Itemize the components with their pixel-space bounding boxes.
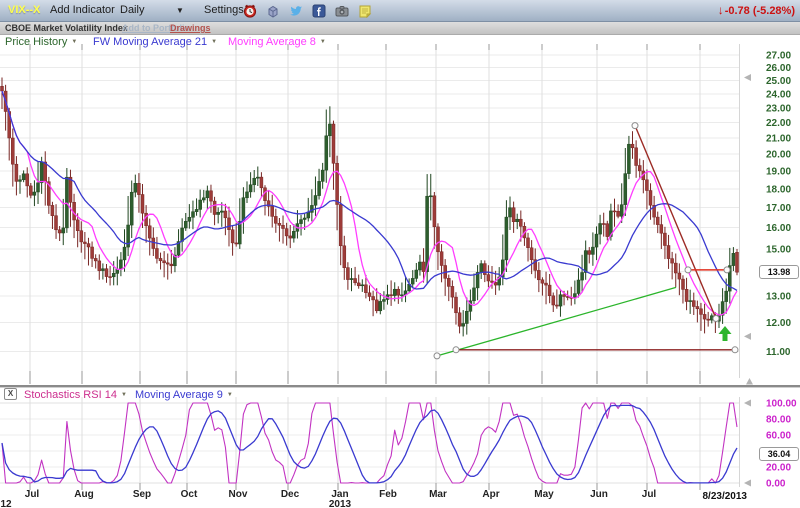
ma8-dropdown[interactable]: Moving Average 8▼	[228, 35, 326, 49]
svg-text:0.00: 0.00	[766, 479, 786, 490]
cube-icon[interactable]	[266, 4, 280, 18]
svg-text:Nov: Nov	[229, 489, 248, 500]
stoch-value-box: 36.04	[759, 447, 799, 461]
price-change: ↓-0.78 (-5.28%)	[718, 0, 795, 22]
svg-text:12.00: 12.00	[766, 318, 791, 329]
last-price-box: 13.98	[759, 265, 799, 279]
svg-text:8/23/2013: 8/23/2013	[703, 491, 748, 502]
symbol-bar: CBOE Market Volatility Index Add to Port…	[0, 22, 800, 35]
charting-app: 27.0026.00 25.00 24.00 23.00 22.00 21.00 20.00…	[0, 0, 800, 508]
chevron-down-icon: ▼	[320, 39, 326, 45]
toolbar-icons	[243, 4, 372, 18]
ma9-dropdown[interactable]: Moving Average 9▼	[135, 388, 233, 402]
svg-text:27.00: 27.00	[766, 51, 791, 62]
svg-text:25.00: 25.00	[766, 76, 791, 87]
chevron-down-icon: ▼	[227, 392, 233, 398]
add-indicator-menu[interactable]: Add Indicator	[50, 0, 115, 21]
svg-text:Mar: Mar	[429, 489, 447, 500]
svg-text:20.00: 20.00	[766, 150, 791, 161]
svg-text:22.00: 22.00	[766, 118, 791, 129]
svg-text:Feb: Feb	[379, 489, 397, 500]
svg-text:11.00: 11.00	[766, 347, 791, 358]
svg-text:Aug: Aug	[74, 489, 93, 500]
chevron-down-icon[interactable]: ▼	[176, 0, 184, 21]
close-panel-button[interactable]: X	[4, 388, 17, 400]
period-dropdown[interactable]: Daily	[120, 0, 144, 21]
twitter-icon[interactable]	[289, 4, 303, 18]
svg-text:23.00: 23.00	[766, 103, 791, 114]
svg-text:Dec: Dec	[281, 489, 300, 500]
toolbar: VIX--X Add Indicator Daily ▼ Settings	[0, 0, 800, 22]
svg-text:15.00: 15.00	[766, 244, 791, 255]
svg-text:Jun: Jun	[590, 489, 608, 500]
svg-text:18.00: 18.00	[766, 184, 791, 195]
svg-text:13.00: 13.00	[766, 292, 791, 303]
stoch-panel-header: X Stochastics RSI 14▼ Moving Average 9▼	[0, 388, 760, 401]
svg-text:Sep: Sep	[133, 489, 151, 500]
chevron-down-icon: ▼	[71, 39, 77, 45]
notes-icon[interactable]	[358, 4, 372, 18]
chevron-down-icon: ▼	[211, 39, 217, 45]
svg-text:16.00: 16.00	[766, 223, 791, 234]
chevron-down-icon: ▼	[121, 392, 127, 398]
down-arrow-icon: ↓	[718, 3, 724, 17]
camera-icon[interactable]	[335, 4, 349, 18]
ma21-dropdown[interactable]: FW Moving Average 21▼	[93, 35, 217, 49]
facebook-icon[interactable]	[312, 4, 326, 18]
symbol-description: CBOE Market Volatility Index	[5, 22, 128, 34]
svg-text:19.00: 19.00	[766, 166, 791, 177]
svg-text:Oct: Oct	[181, 489, 198, 500]
svg-text:100.00: 100.00	[766, 399, 797, 410]
stoch-rsi-dropdown[interactable]: Stochastics RSI 14▼	[24, 388, 127, 402]
symbol-label: VIX--X	[8, 0, 40, 21]
drawings-link[interactable]: Drawings	[170, 22, 211, 34]
svg-text:Jul: Jul	[642, 489, 657, 500]
svg-text:12: 12	[0, 499, 12, 508]
svg-text:20.00: 20.00	[766, 463, 791, 474]
svg-text:24.00: 24.00	[766, 89, 791, 100]
main-indicator-row: Price History▼ FW Moving Average 21▼ Mov…	[0, 35, 760, 49]
svg-text:26.00: 26.00	[766, 63, 791, 74]
price-history-dropdown[interactable]: Price History▼	[5, 35, 77, 49]
svg-text:80.00: 80.00	[766, 415, 791, 426]
svg-text:Apr: Apr	[482, 489, 499, 500]
svg-text:Jul: Jul	[25, 489, 40, 500]
chart-canvas[interactable]: 27.0026.00 25.00 24.00 23.00 22.00 21.00 20.00…	[0, 0, 800, 508]
svg-text:60.00: 60.00	[766, 431, 791, 442]
svg-text:17.00: 17.00	[766, 203, 791, 214]
svg-text:2013: 2013	[329, 499, 352, 508]
svg-text:May: May	[534, 489, 554, 500]
svg-text:21.00: 21.00	[766, 133, 791, 144]
clock-icon[interactable]	[243, 4, 257, 18]
settings-menu[interactable]: Settings	[204, 0, 244, 21]
